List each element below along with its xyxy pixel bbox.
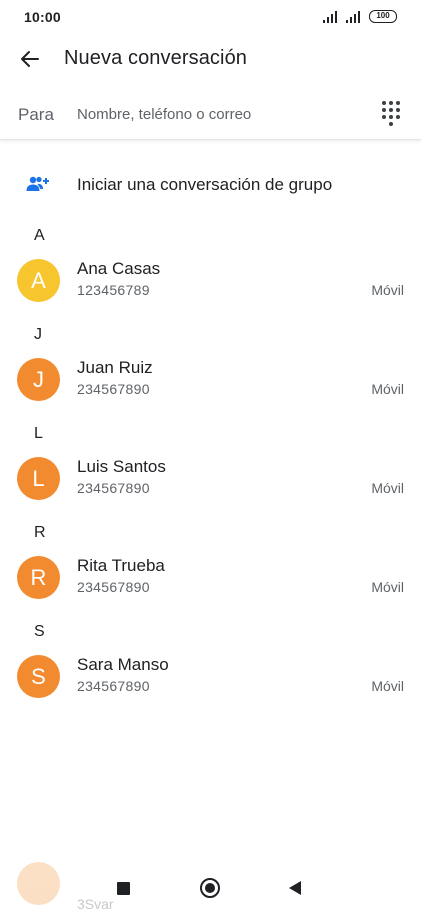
contact-type: Móvil xyxy=(371,579,404,595)
signal-icon xyxy=(323,10,337,23)
contact-name: Luis Santos xyxy=(77,457,166,476)
recents-button[interactable] xyxy=(117,882,130,895)
contact-type: Móvil xyxy=(371,678,404,694)
home-button[interactable] xyxy=(200,878,220,898)
contact-type: Móvil xyxy=(371,480,404,496)
system-nav-bar xyxy=(0,868,421,914)
group-add-icon xyxy=(26,176,49,191)
section-header: L xyxy=(34,425,43,442)
contact-name: Sara Manso xyxy=(77,655,169,674)
dialpad-button[interactable] xyxy=(376,98,406,128)
recipient-input[interactable] xyxy=(77,100,357,128)
section-header: A xyxy=(34,227,45,244)
contact-name: Juan Ruiz xyxy=(77,358,153,377)
avatar: J xyxy=(17,358,60,401)
avatar: L xyxy=(17,457,60,500)
contact-row-luis-santos[interactable]: L Luis Santos 234567890 Móvil xyxy=(0,448,421,521)
contact-phone: 234567890 xyxy=(77,678,150,694)
contact-row-juan-ruiz[interactable]: J Juan Ruiz 234567890 Móvil xyxy=(0,349,421,422)
dialpad-icon xyxy=(382,100,386,105)
section-header: R xyxy=(34,524,46,541)
arrow-left-icon xyxy=(21,51,39,67)
status-time: 10:00 xyxy=(24,9,61,25)
contact-list: A A Ana Casas 123456789 Móvil J J Juan R… xyxy=(0,224,421,719)
contact-row-rita-trueba[interactable]: R Rita Trueba 234567890 Móvil xyxy=(0,547,421,620)
contact-name: Ana Casas xyxy=(77,259,161,278)
contact-phone: 234567890 xyxy=(77,579,150,595)
nav-back-button[interactable] xyxy=(289,881,301,895)
to-label: Para xyxy=(18,105,54,124)
group-conversation-label: Iniciar una conversación de grupo xyxy=(77,175,333,194)
signal-icon xyxy=(346,10,360,23)
contact-type: Móvil xyxy=(371,381,404,397)
status-bar: 10:00 100 xyxy=(0,0,421,34)
status-icons: 100 xyxy=(323,10,397,23)
avatar: R xyxy=(17,556,60,599)
avatar: A xyxy=(17,259,60,302)
page-title: Nueva conversación xyxy=(64,47,248,69)
avatar: S xyxy=(17,655,60,698)
section-header: S xyxy=(34,623,45,640)
back-button[interactable] xyxy=(14,43,46,75)
contact-row-sara-manso[interactable]: S Sara Manso 234567890 Móvil xyxy=(0,646,421,719)
section-header: J xyxy=(34,326,42,343)
contact-type: Móvil xyxy=(371,282,404,298)
recipient-bar: Para xyxy=(0,88,421,140)
battery-icon: 100 xyxy=(369,10,397,23)
contact-row-ana-casas[interactable]: A Ana Casas 123456789 Móvil xyxy=(0,250,421,323)
contact-name: Rita Trueba xyxy=(77,556,165,575)
start-group-conversation[interactable]: Iniciar una conversación de grupo xyxy=(0,160,421,210)
contact-phone: 123456789 xyxy=(77,282,150,298)
contact-phone: 234567890 xyxy=(77,381,150,397)
app-bar: Nueva conversación xyxy=(0,34,421,84)
contact-phone: 234567890 xyxy=(77,480,150,496)
